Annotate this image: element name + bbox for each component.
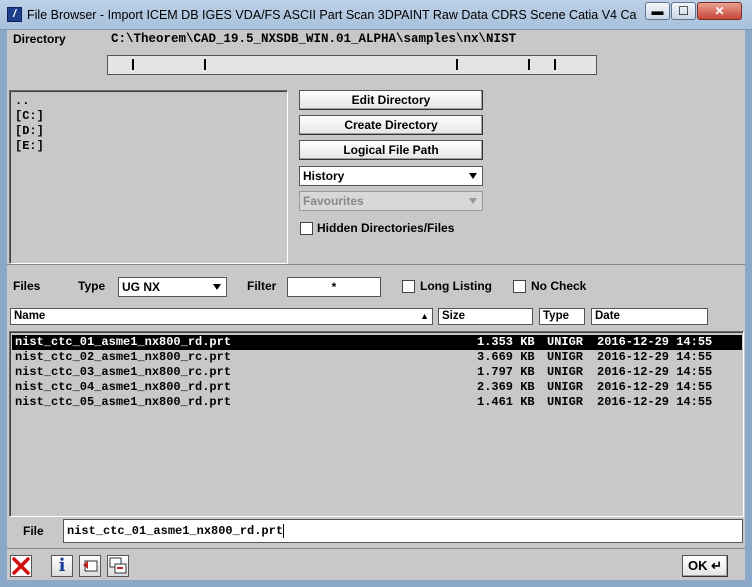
chevron-down-icon [469,173,477,179]
file-list[interactable]: nist_ctc_01_asme1_nx800_rd.prt 1.353 KB UN… [9,331,744,517]
directory-label: Directory [13,32,66,46]
file-date-cell: 2016-12-29 14:55 [597,380,713,394]
directory-path: C:\Theorem\CAD_19.5_NXSDB_WIN.01_ALPHA\s… [111,32,517,46]
column-header-type[interactable]: Type [539,308,585,325]
directory-item[interactable]: [C:] [15,109,44,124]
info-button[interactable]: i [51,555,73,577]
directory-item[interactable]: [D:] [15,124,44,139]
file-row[interactable]: nist_ctc_04_asme1_nx800_rd.prt 2.369 KB UN… [12,380,742,395]
file-size-cell: 3.669 KB [477,350,535,364]
path-segment-divider[interactable] [456,59,458,70]
file-type-cell: UNIGR [547,365,584,379]
type-dropdown[interactable]: UG NX [118,277,227,297]
file-name-value: nist_ctc_01_asme1_nx800_rd.prt [67,524,284,538]
file-name-cell: nist_ctc_03_asme1_nx800_rc.prt [15,365,232,379]
hidden-files-checkbox[interactable] [300,222,313,235]
copy-button[interactable] [107,555,129,577]
history-label: History [303,169,345,183]
text-cursor [283,523,285,538]
logical-file-path-button[interactable]: Logical File Path [299,140,483,160]
directory-list[interactable]: .. [C:] [D:] [E:] [9,90,288,264]
file-name-input[interactable]: nist_ctc_01_asme1_nx800_rd.prt [63,519,743,543]
ok-label: OK [687,558,708,573]
copy-icon [109,557,127,574]
file-name-cell: nist_ctc_01_asme1_nx800_rd.prt [15,335,232,349]
type-label: Type [78,279,106,293]
chevron-down-icon [213,284,221,290]
directory-panel: Directory C:\Theorem\CAD_19.5_NXSDB_WIN.… [7,30,745,264]
sort-ascending-icon: ▲ [420,311,429,321]
ok-button[interactable]: OK ↵ [682,555,728,577]
long-listing-checkbox[interactable] [402,280,415,293]
file-size-cell: 1.353 KB [477,335,535,349]
column-name-label: Name [14,310,46,322]
file-name-cell: nist_ctc_04_asme1_nx800_rd.prt [15,380,232,394]
cancel-button[interactable] [10,555,32,577]
file-size-cell: 2.369 KB [477,380,535,394]
enter-icon: ↵ [711,558,723,573]
file-row[interactable]: nist_ctc_05_asme1_nx800_rd.prt 1.461 KB UN… [12,395,742,410]
file-type-cell: UNIGR [547,380,584,394]
back-icon [83,560,98,572]
close-button[interactable]: ✕ [697,2,742,20]
file-row[interactable]: nist_ctc_01_asme1_nx800_rd.prt 1.353 KB UN… [12,335,742,350]
files-label: Files [13,279,41,293]
column-header-name[interactable]: Name ▲ [10,308,433,325]
app-icon: / [7,7,22,22]
file-size-cell: 1.797 KB [477,365,535,379]
path-segment-bar[interactable] [107,55,597,75]
column-header-size[interactable]: Size [438,308,533,325]
file-size-cell: 1.461 KB [477,395,535,409]
path-segment-divider[interactable] [528,59,530,70]
edit-directory-button[interactable]: Edit Directory [299,90,483,110]
red-x-icon [12,557,30,575]
file-date-cell: 2016-12-29 14:55 [597,350,713,364]
chevron-down-icon [469,198,477,204]
create-directory-button[interactable]: Create Directory [299,115,483,135]
file-date-cell: 2016-12-29 14:55 [597,365,713,379]
type-value: UG NX [122,280,161,294]
title-bar: / File Browser - Import ICEM DB IGES VDA… [0,0,752,30]
back-button[interactable] [79,555,101,577]
file-name-cell: nist_ctc_02_asme1_nx800_rc.prt [15,350,232,364]
file-date-cell: 2016-12-29 14:55 [597,395,713,409]
file-type-cell: UNIGR [547,395,584,409]
no-check-checkbox[interactable] [513,280,526,293]
directory-item[interactable]: .. [15,94,44,109]
column-header-date[interactable]: Date [591,308,708,325]
file-name-cell: nist_ctc_05_asme1_nx800_rd.prt [15,395,232,409]
file-date-cell: 2016-12-29 14:55 [597,335,713,349]
filter-label: Filter [247,279,277,293]
info-icon: i [58,555,66,576]
file-row[interactable]: nist_ctc_02_asme1_nx800_rc.prt 3.669 KB UN… [12,350,742,365]
maximize-button[interactable]: ☐ [671,2,696,20]
file-label: File [23,524,44,538]
favourites-label: Favourites [303,194,364,208]
directory-list-items: .. [C:] [D:] [E:] [15,94,44,154]
window-title: File Browser - Import ICEM DB IGES VDA/F… [27,8,637,22]
path-segment-divider[interactable] [554,59,556,70]
hidden-files-label: Hidden Directories/Files [317,221,455,235]
path-segment-divider[interactable] [132,59,134,70]
path-segment-divider[interactable] [204,59,206,70]
no-check-label: No Check [531,279,587,293]
long-listing-label: Long Listing [420,279,492,293]
favourites-dropdown: Favourites [299,191,483,211]
directory-item[interactable]: [E:] [15,139,44,154]
file-row[interactable]: nist_ctc_03_asme1_nx800_rc.prt 1.797 KB UN… [12,365,742,380]
file-panel: File nist_ctc_01_asme1_nx800_rd.prt [7,518,745,548]
file-type-cell: UNIGR [547,350,584,364]
history-dropdown[interactable]: History [299,166,483,186]
minimize-button[interactable]: ▬ [645,2,670,20]
files-panel: Files Type UG NX Filter * Long Listing N… [7,264,745,518]
bottom-toolbar: i OK ↵ [7,548,745,580]
file-type-cell: UNIGR [547,335,584,349]
filter-input[interactable]: * [287,277,381,297]
